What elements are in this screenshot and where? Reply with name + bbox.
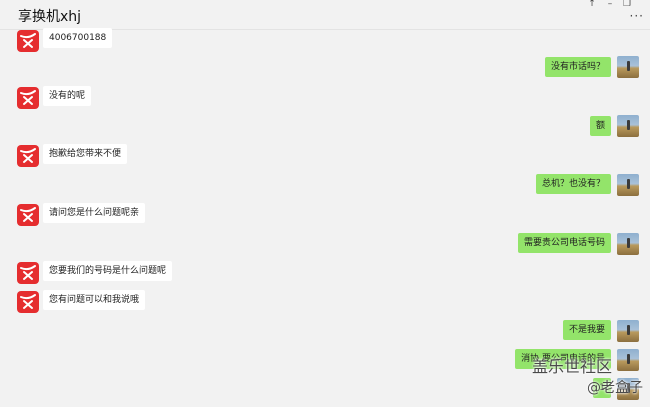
message-bubble-agent: 请问您是什么问题呢亲 — [43, 203, 146, 223]
message-bubble-agent: 您要我们的号码是什么问题呢 — [43, 261, 173, 281]
message-bubble-agent: 没有的呢 — [43, 86, 92, 106]
watermark-author: @老盒子 — [587, 380, 643, 396]
brand-logo-icon — [20, 265, 36, 280]
minimize-icon[interactable]: – — [601, 0, 619, 10]
message-bubble-user: 总机？也没有？ — [535, 174, 611, 194]
user-avatar[interactable] — [617, 320, 639, 342]
message-list[interactable]: 4006700188 没有市话吗？ 没有的呢 额 抱歉给您带来不便 总机？也没有… — [0, 28, 650, 407]
pin-icon[interactable]: ↑ — [583, 0, 601, 10]
brand-logo-icon — [20, 148, 36, 163]
message-bubble-user: 额 — [589, 116, 611, 136]
message-bubble-user: 不是我要 — [562, 320, 611, 340]
chat-title: 享换机xhj — [18, 9, 82, 25]
more-options-icon[interactable]: ··· — [630, 9, 644, 23]
message-bubble-agent: 您有问题可以和我说哦 — [43, 290, 146, 310]
user-avatar[interactable] — [617, 349, 639, 371]
agent-avatar[interactable] — [17, 30, 39, 52]
agent-avatar[interactable] — [17, 204, 39, 226]
message-bubble-user: 需要贵公司电话号码 — [517, 233, 611, 253]
agent-avatar[interactable] — [17, 145, 39, 167]
agent-avatar[interactable] — [17, 262, 39, 284]
message-bubble-agent: 抱歉给您带来不便 — [43, 144, 128, 164]
message-bubble-agent: 4006700188 — [43, 28, 113, 48]
agent-avatar[interactable] — [17, 291, 39, 313]
watermark-site: 盖乐世社区 — [532, 357, 613, 376]
user-avatar[interactable] — [617, 115, 639, 137]
brand-logo-icon — [20, 33, 36, 48]
user-avatar[interactable] — [617, 233, 639, 255]
message-bubble-user: 没有市话吗？ — [544, 57, 611, 77]
title-bar: 享换机xhj ↑ – ❐ ··· — [0, 0, 650, 30]
user-avatar[interactable] — [617, 56, 639, 78]
brand-logo-icon — [20, 207, 36, 222]
agent-avatar[interactable] — [17, 87, 39, 109]
user-avatar[interactable] — [617, 174, 639, 196]
brand-logo-icon — [20, 294, 36, 309]
brand-logo-icon — [20, 90, 36, 105]
